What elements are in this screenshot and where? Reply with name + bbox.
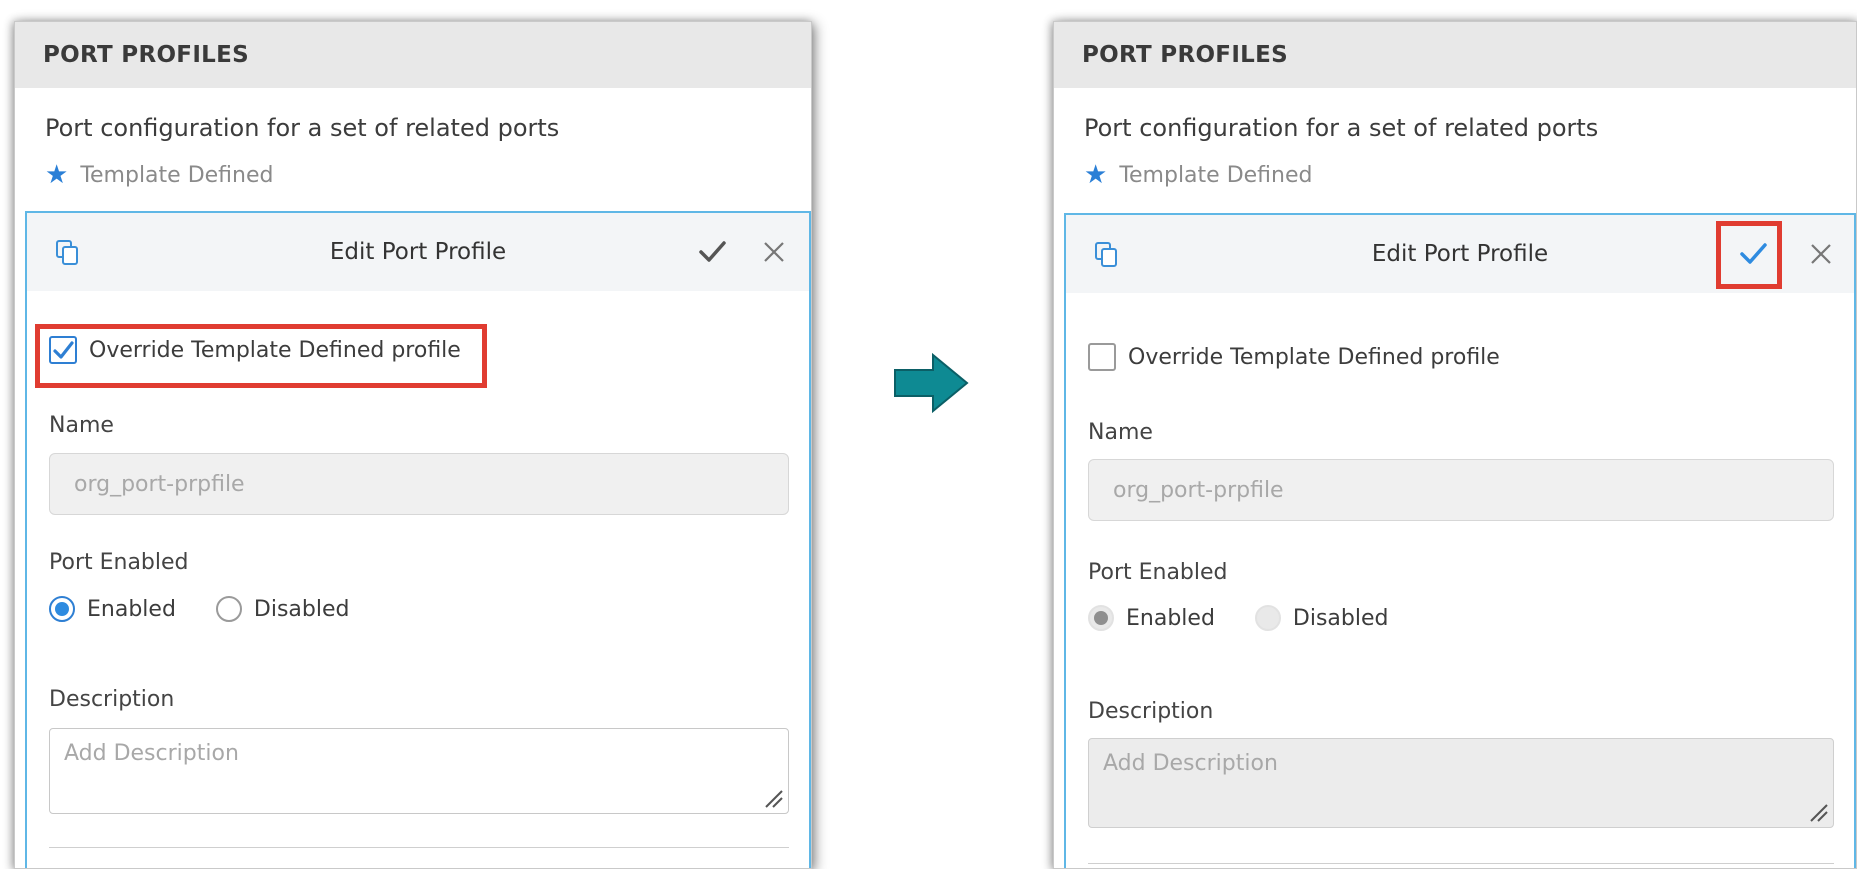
- panel-description: Port configuration for a set of related …: [45, 114, 560, 142]
- override-template-row[interactable]: Override Template Defined profile: [1088, 343, 1500, 371]
- name-label: Name: [1088, 420, 1153, 445]
- edit-port-profile-card: Edit Port Profile Override Template Defi…: [25, 211, 811, 868]
- name-input[interactable]: org_port-prpfile: [1088, 459, 1834, 521]
- disabled-radio-label: Disabled: [1292, 605, 1389, 631]
- description-textarea[interactable]: Add Description: [49, 728, 789, 814]
- close-icon[interactable]: [1809, 242, 1833, 266]
- edit-card-title: Edit Port Profile: [329, 239, 507, 265]
- port-enabled-label: Port Enabled: [49, 550, 189, 575]
- enabled-radio-label: Enabled: [1126, 605, 1215, 631]
- port-enabled-label: Port Enabled: [1088, 560, 1228, 585]
- override-label: Override Template Defined profile: [1128, 344, 1500, 370]
- copy-icon[interactable]: [55, 239, 81, 267]
- highlight-box-save: [1716, 221, 1782, 289]
- template-defined-note: ★ Template Defined: [15, 142, 811, 188]
- enabled-radio-label: Enabled: [87, 596, 176, 622]
- edit-card-header: Edit Port Profile: [27, 213, 809, 291]
- disabled-radio[interactable]: [1254, 605, 1281, 631]
- checkmark-icon[interactable]: [697, 237, 727, 265]
- panel-title: PORT PROFILES: [1054, 22, 1856, 88]
- name-value: org_port-prpfile: [74, 471, 245, 497]
- panel-title: PORT PROFILES: [15, 22, 811, 88]
- enabled-radio[interactable]: [49, 596, 75, 622]
- name-input[interactable]: org_port-prpfile: [49, 453, 789, 515]
- arrow-right-icon: [894, 352, 969, 414]
- edit-card-title: Edit Port Profile: [1371, 241, 1549, 267]
- description-label: Description: [1088, 699, 1214, 724]
- edit-port-profile-card: Edit Port Profile Override Template Defi…: [1064, 213, 1856, 868]
- description-textarea[interactable]: Add Description: [1088, 738, 1834, 828]
- port-profiles-panel-after: PORT PROFILES Port configuration for a s…: [1053, 21, 1857, 869]
- close-icon[interactable]: [762, 240, 786, 264]
- highlight-box-override: [35, 324, 487, 388]
- description-placeholder: Add Description: [64, 741, 239, 766]
- port-profiles-panel-before: PORT PROFILES Port configuration for a s…: [14, 21, 812, 869]
- divider: [49, 847, 789, 848]
- asterisk-icon: ★: [45, 160, 69, 190]
- enabled-radio[interactable]: [1088, 605, 1114, 631]
- template-defined-note: ★ Template Defined: [1054, 142, 1856, 188]
- resize-handle-icon[interactable]: [762, 787, 784, 809]
- template-defined-label: Template Defined: [80, 162, 274, 188]
- name-value: org_port-prpfile: [1113, 477, 1284, 503]
- disabled-radio[interactable]: [215, 596, 242, 622]
- template-defined-label: Template Defined: [1119, 162, 1313, 188]
- name-label: Name: [49, 413, 114, 438]
- panel-description: Port configuration for a set of related …: [1084, 114, 1599, 142]
- port-enabled-radio-group: Enabled Disabled: [49, 596, 349, 622]
- override-checkbox[interactable]: [1088, 343, 1116, 371]
- asterisk-icon: ★: [1084, 160, 1108, 190]
- port-enabled-radio-group: Enabled Disabled: [1088, 605, 1388, 631]
- resize-handle-icon[interactable]: [1807, 801, 1829, 823]
- disabled-radio-label: Disabled: [253, 596, 350, 622]
- description-label: Description: [49, 687, 175, 712]
- description-placeholder: Add Description: [1103, 751, 1278, 776]
- divider: [1088, 863, 1834, 864]
- copy-icon[interactable]: [1094, 241, 1120, 269]
